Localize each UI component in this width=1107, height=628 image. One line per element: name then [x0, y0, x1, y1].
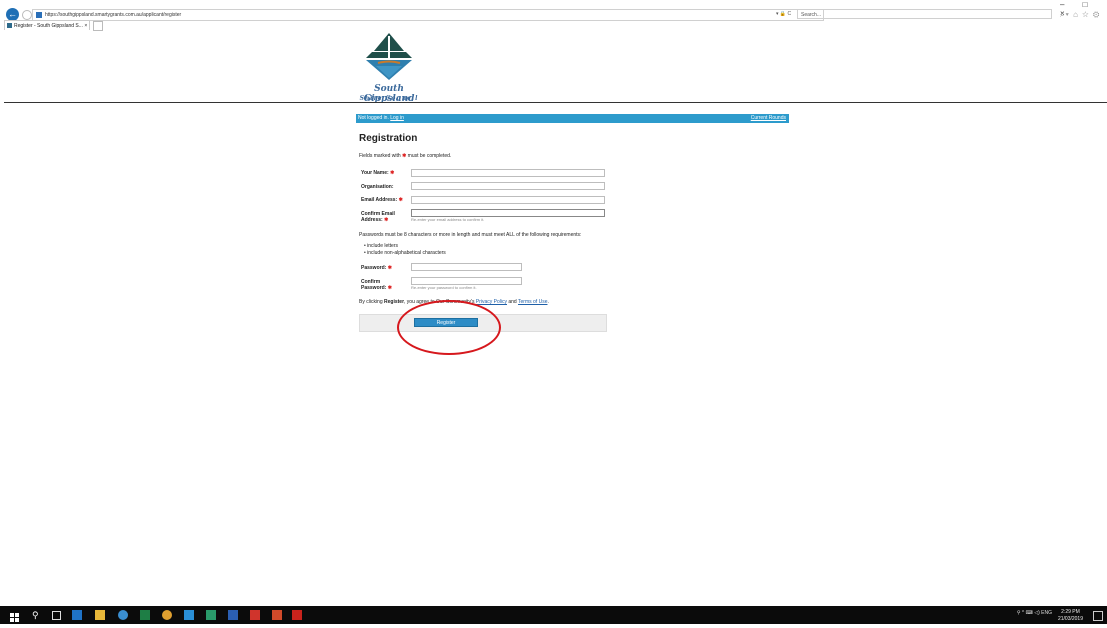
agree-bold: Register: [384, 299, 405, 305]
password-rules-intro: Passwords must be 8 characters or more i…: [359, 232, 582, 238]
url-text: https://southgippsland.smartygrants.com.…: [45, 12, 182, 18]
password-input[interactable]: [411, 263, 522, 271]
agree-pre: By clicking: [359, 299, 383, 305]
current-rounds-link[interactable]: Current Rounds: [751, 115, 786, 121]
password-label: Password: ✱: [361, 265, 392, 271]
clock-time: 2:29 PM: [1061, 609, 1080, 615]
browser-search-input[interactable]: Search...: [797, 9, 1052, 19]
required-mark-icon: ✱: [387, 265, 392, 271]
council-logo-icon: [348, 30, 430, 86]
terms-of-use-link[interactable]: Terms of Use: [518, 299, 547, 305]
required-mark-icon: ✱: [390, 170, 395, 176]
browser-toolbar-icons[interactable]: ⌕▾ ⌂ ☆ ⚙: [1060, 10, 1100, 20]
search-icon[interactable]: ⚲: [32, 610, 42, 620]
word-icon[interactable]: [228, 610, 238, 620]
app-icon[interactable]: [250, 610, 260, 620]
windows-start-icon[interactable]: [10, 610, 20, 622]
password-rule-1: • include letters: [364, 243, 398, 249]
email-input[interactable]: [411, 196, 605, 204]
logo-subtitle: Shire Council: [359, 95, 419, 102]
acrobat-icon[interactable]: [292, 610, 302, 620]
name-label: Your Name: ✱: [361, 170, 394, 176]
privacy-policy-link[interactable]: Privacy Policy: [476, 299, 507, 305]
required-note-post: must be completed.: [407, 153, 452, 159]
required-note-pre: Fields marked with: [359, 153, 401, 159]
file-explorer-icon[interactable]: [95, 610, 105, 620]
chrome-icon[interactable]: [162, 610, 172, 620]
excel-icon[interactable]: [140, 610, 150, 620]
password-rule-2: • include non-alphabetical characters: [364, 250, 446, 256]
required-mark-icon: ✱: [384, 217, 389, 223]
password-rule-2-text: include non-alphabetical characters: [367, 250, 446, 256]
app-icon[interactable]: [184, 610, 194, 620]
name-label-text: Your Name:: [361, 170, 389, 176]
system-tray[interactable]: ⚲ ^ ⌨ ◁) ENG: [1017, 610, 1052, 616]
windows-taskbar: ⚲ ⚲ ^ ⌨ ◁) ENG 2:29 PM 21/03/2019: [0, 606, 1107, 624]
email-label: Email Address: ✱: [361, 197, 403, 203]
password-label-text: Password:: [361, 265, 387, 271]
tab-title: Register - South Gippsland S... ×: [14, 23, 88, 29]
forward-arrow-icon[interactable]: [22, 10, 32, 20]
agree-end: .: [547, 299, 549, 305]
confirm-password-input[interactable]: [411, 277, 522, 285]
internet-explorer-icon[interactable]: [72, 610, 82, 620]
app-icon[interactable]: [206, 610, 216, 620]
browser-tab[interactable]: Register - South Gippsland S... ×: [4, 20, 90, 30]
name-input[interactable]: [411, 169, 605, 177]
required-note: Fields marked with ✱ must be completed.: [359, 153, 451, 159]
skype-icon[interactable]: [118, 610, 128, 620]
required-mark-icon: ✱: [402, 153, 407, 159]
address-bar[interactable]: https://southgippsland.smartygrants.com.…: [32, 9, 824, 21]
password-rule-1-text: include letters: [367, 243, 398, 249]
site-icon: [36, 12, 42, 18]
organisation-label: Organisation:: [361, 184, 394, 190]
powerpoint-icon[interactable]: [272, 610, 282, 620]
header-divider: [4, 102, 1107, 103]
notification-icon[interactable]: [1093, 611, 1103, 621]
page-title: Registration: [359, 133, 418, 144]
confirm-email-hint: Re-enter your email address to confirm i…: [411, 217, 485, 222]
confirm-password-label-2: Password:: [361, 285, 387, 291]
taskbar-clock[interactable]: 2:29 PM 21/03/2019: [1058, 609, 1083, 623]
new-tab-button[interactable]: [93, 21, 103, 31]
required-mark-icon: ✱: [387, 285, 392, 291]
required-mark-icon: ✱: [398, 197, 403, 203]
annotation-circle: [397, 300, 501, 355]
address-controls[interactable]: ▾ 🔒 C: [776, 9, 791, 19]
login-link[interactable]: Log in: [390, 115, 404, 121]
login-status: Not logged in.: [358, 115, 389, 121]
favicon-icon: [7, 23, 12, 29]
confirm-email-input[interactable]: [411, 209, 605, 217]
confirm-email-label-2: Address:: [361, 217, 383, 223]
status-bar: Not logged in. Log in Current Rounds: [356, 114, 789, 123]
confirm-password-label: Confirm Password: ✱: [361, 279, 392, 291]
confirm-email-label: Confirm Email Address: ✱: [361, 211, 395, 223]
email-label-text: Email Address:: [361, 197, 398, 203]
clock-date: 21/03/2019: [1057, 616, 1083, 622]
agree-and: and: [508, 299, 517, 305]
confirm-password-hint: Re-enter your password to confirm it.: [411, 285, 477, 290]
organisation-input[interactable]: [411, 182, 605, 190]
task-view-icon[interactable]: [52, 611, 61, 620]
